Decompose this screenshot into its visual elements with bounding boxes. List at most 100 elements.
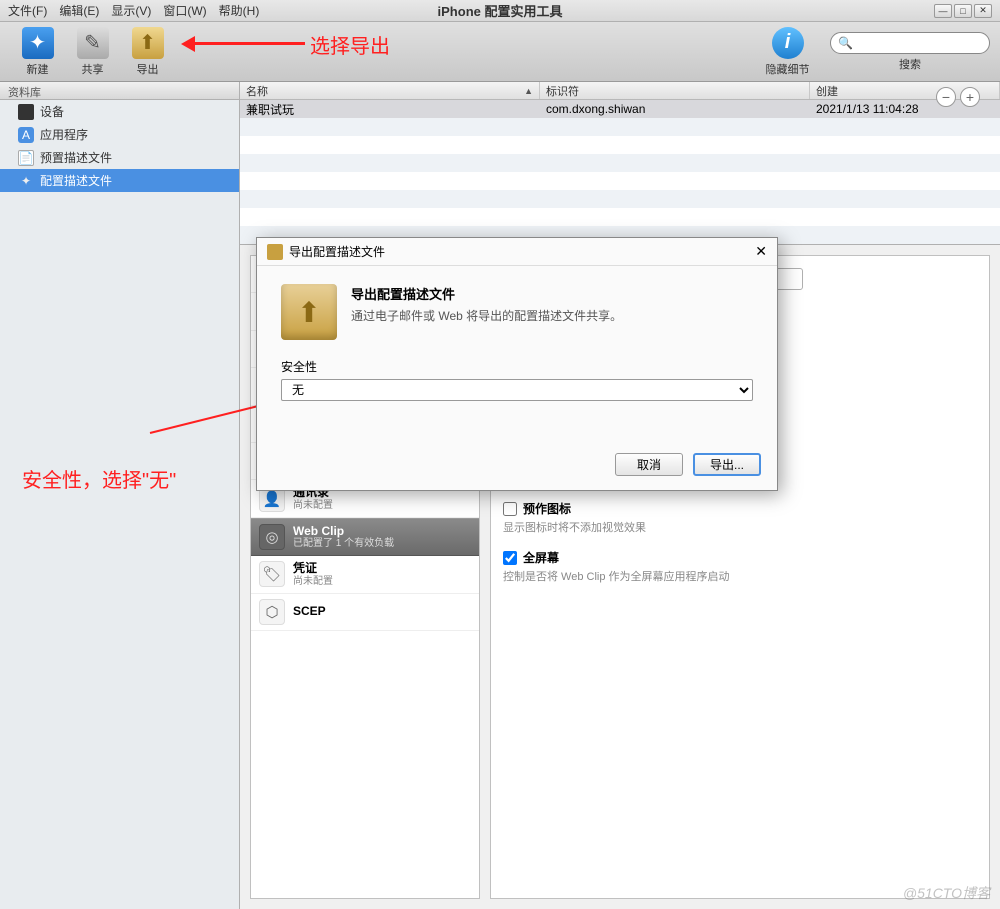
table-header: 名称▲ 标识符 创建 (240, 82, 1000, 100)
hide-details-button[interactable]: i 隐藏细节 (760, 27, 815, 77)
payload-mail[interactable]: ✉ 邮件尚未配置 (251, 293, 479, 330)
payload-vpn[interactable]: 🔒 VPN尚未配置 (251, 256, 479, 293)
table-row[interactable] (240, 118, 1000, 136)
info-icon: i (772, 27, 804, 59)
menu-window[interactable]: 窗口(W) (163, 2, 206, 19)
choose-icon-button[interactable]: 选取... (503, 464, 556, 486)
search-icon: 🔍 (838, 36, 853, 50)
menu-view[interactable]: 显示(V) (111, 2, 151, 19)
rss-icon: 📶 (259, 448, 285, 474)
calendar-icon: 📅 (259, 411, 285, 437)
payload-detail: 可删除 允许删除 Web Clip 图标 用于 Web Clip 的图标 选取.… (490, 255, 990, 899)
payload-title: 邮件 (293, 298, 333, 312)
col-name[interactable]: 名称▲ (240, 82, 540, 99)
table-body: 兼职试玩 com.dxong.shiwan 2021/1/13 11:04:28 (240, 100, 1000, 245)
payload-title: 日历 (293, 411, 333, 425)
fullscreen-checkbox[interactable] (503, 551, 517, 565)
sidebar: 资料库 设备 A 应用程序 📄 预置描述文件 ✦ 配置描述文件 (0, 82, 240, 909)
payload-sub: 尚未配置 (293, 576, 333, 588)
share-label: 共享 (82, 61, 104, 77)
table-row[interactable] (240, 190, 1000, 208)
share-button[interactable]: ✎ 共享 (65, 27, 120, 77)
deletable-checkbox[interactable] (503, 310, 517, 324)
payload-sub: 尚未配置 (293, 313, 333, 325)
search-input[interactable] (830, 32, 990, 54)
maximize-button[interactable]: □ (954, 4, 972, 18)
sidebar-item-apps[interactable]: A 应用程序 (0, 123, 239, 146)
table-row[interactable]: 兼职试玩 com.dxong.shiwan 2021/1/13 11:04:28 (240, 100, 1000, 118)
precompose-label: 预作图标 (523, 500, 571, 517)
precompose-checkbox[interactable] (503, 502, 517, 516)
payload-calendar[interactable]: 📅日历尚未配置 (251, 406, 479, 443)
vpn-icon: 🔒 (259, 261, 285, 287)
sidebar-item-preset[interactable]: 📄 预置描述文件 (0, 146, 239, 169)
table-row[interactable] (240, 226, 1000, 244)
contacts-icon: 👤 (259, 486, 285, 512)
payload-title: 已订阅的日历 (293, 448, 365, 462)
sort-icon: ▲ (524, 86, 533, 96)
payload-sub: 尚未配置 (293, 350, 417, 362)
payload-sub: 尚未配置 (293, 462, 365, 474)
table-row[interactable] (240, 172, 1000, 190)
remove-button[interactable]: − (936, 87, 956, 107)
cell-id: com.dxong.shiwan (540, 102, 810, 116)
table-row[interactable] (240, 136, 1000, 154)
credential-icon: 🏷 (259, 561, 285, 587)
content-area: 名称▲ 标识符 创建 兼职试玩 com.dxong.shiwan 2021/1/… (240, 82, 1000, 909)
url-input[interactable] (503, 268, 803, 290)
fullscreen-desc: 控制是否将 Web Clip 作为全屏幕应用程序启动 (503, 568, 977, 584)
payload-scep[interactable]: ⬡ SCEP (251, 594, 479, 631)
menu-edit[interactable]: 编辑(E) (59, 2, 99, 19)
new-button[interactable]: ✦ 新建 (10, 27, 65, 77)
payload-title: Exchange ActiveSync (293, 336, 417, 350)
mail-icon: ✉ (259, 299, 285, 325)
icon-desc: 用于 Web Clip 的图标 (503, 376, 977, 392)
share-icon: ✎ (77, 27, 109, 59)
sidebar-item-device[interactable]: 设备 (0, 100, 239, 123)
payload-sub: 尚未配置 (293, 500, 333, 512)
payload-exchange[interactable]: ⟲ Exchange ActiveSync尚未配置 (251, 331, 479, 368)
table-row[interactable] (240, 208, 1000, 226)
new-icon: ✦ (22, 27, 54, 59)
payload-sub: 尚未配置 (293, 275, 333, 287)
menu-file[interactable]: 文件(F) (8, 2, 47, 19)
search-box: 🔍 (830, 32, 990, 54)
payload-title: VPN (293, 261, 333, 275)
fullscreen-label: 全屏幕 (523, 549, 559, 566)
payload-list: 🔒VPN尚未配置 ✉邮件尚未配置 ⟲Exchange ActiveSync尚未配… (250, 255, 480, 899)
sidebar-item-config[interactable]: ✦ 配置描述文件 (0, 169, 239, 192)
payload-credential[interactable]: 🏷凭证尚未配置 (251, 556, 479, 593)
minimize-button[interactable]: — (934, 4, 952, 18)
export-label: 导出 (137, 61, 159, 77)
precompose-desc: 显示图标时将不添加视觉效果 (503, 519, 977, 535)
new-label: 新建 (27, 61, 49, 77)
menubar: 文件(F) 编辑(E) 显示(V) 窗口(W) 帮助(H) (8, 2, 259, 19)
payload-contacts[interactable]: 👤通讯录尚未配置 (251, 480, 479, 517)
deletable-label: 可删除 (523, 308, 559, 325)
col-id[interactable]: 标识符 (540, 82, 810, 99)
table-row[interactable] (240, 154, 1000, 172)
close-button[interactable]: ✕ (974, 4, 992, 18)
detail-area: − + 🔒VPN尚未配置 ✉邮件尚未配置 ⟲Exchange ActiveSyn… (240, 245, 1000, 909)
export-button[interactable]: ⬆ 导出 (120, 27, 175, 77)
sidebar-item-label: 应用程序 (40, 126, 88, 143)
device-icon (18, 104, 34, 120)
main-area: 资料库 设备 A 应用程序 📄 预置描述文件 ✦ 配置描述文件 名称▲ 标识符 … (0, 82, 1000, 909)
config-icon: ✦ (18, 173, 34, 189)
payload-title: SCEP (293, 604, 326, 618)
payload-webclip[interactable]: ◎Web Clip已配置了 1 个有效负载 (251, 518, 479, 556)
annotation-text-security: 安全性，选择"无" (22, 464, 176, 493)
menu-help[interactable]: 帮助(H) (219, 2, 260, 19)
add-button[interactable]: + (960, 87, 980, 107)
window-title: iPhone 配置实用工具 (438, 1, 563, 20)
watermark: @51CTO博客 (903, 883, 990, 903)
ldap-icon: @ (259, 373, 285, 399)
toolbar: ✦ 新建 ✎ 共享 ⬆ 导出 i 隐藏细节 🔍 搜索 (0, 22, 1000, 82)
exchange-icon: ⟲ (259, 336, 285, 362)
scep-icon: ⬡ (259, 599, 285, 625)
hide-details-label: 隐藏细节 (766, 61, 810, 77)
deletable-desc: 允许删除 Web Clip (503, 327, 977, 343)
payload-subscribed-cal[interactable]: 📶 已订阅的日历尚未配置 (251, 443, 479, 480)
payload-sub: 已配置了 1 个有效负载 (293, 538, 394, 550)
icon-label: 图标 (503, 357, 977, 374)
